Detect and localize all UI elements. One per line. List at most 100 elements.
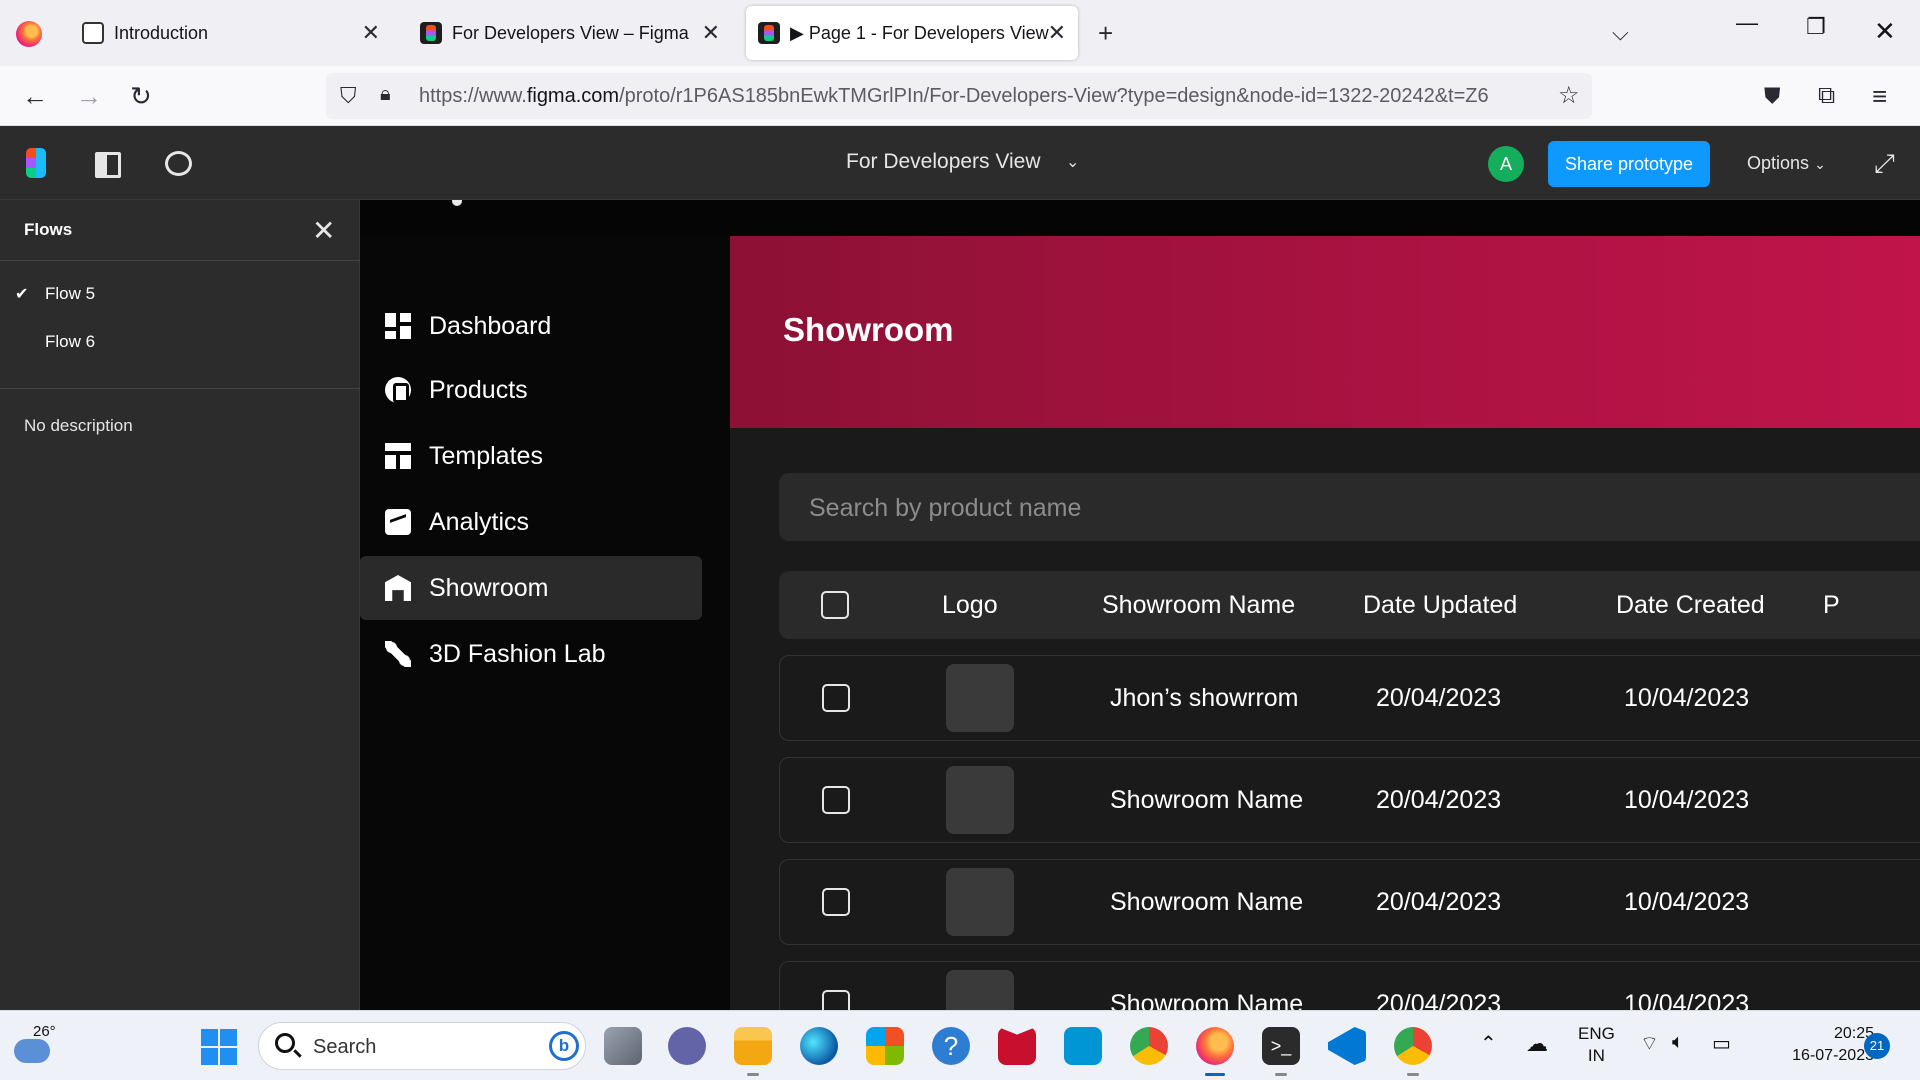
column-header-date-created[interactable]: Date Created <box>1616 591 1765 620</box>
reload-icon[interactable]: ↻ <box>130 82 152 110</box>
checkmark-icon: ✔ <box>15 286 29 303</box>
chevron-down-icon[interactable]: ⌄ <box>1066 152 1079 172</box>
url-bar[interactable]: ⛉ 🔒︎ https://www.figma.com/proto/r1P6AS1… <box>326 73 1592 119</box>
myhp-icon[interactable] <box>1064 1027 1102 1065</box>
sidebar-item-dashboard[interactable]: Dashboard <box>360 294 702 358</box>
input-language-indicator[interactable]: ENG IN <box>1578 1023 1615 1067</box>
products-icon <box>385 377 411 403</box>
list-tabs-chevron-icon[interactable]: ⌵ <box>1612 18 1629 48</box>
table-row[interactable]: Showroom Name 20/04/2023 10/04/2023 <box>779 859 1920 945</box>
row-checkbox[interactable] <box>822 786 850 814</box>
broadcast-icon <box>82 22 104 44</box>
flow-item-flow-5[interactable]: Flow 5 <box>45 284 95 304</box>
column-header-logo[interactable]: Logo <box>942 591 998 620</box>
column-header-showroom-name[interactable]: Showroom Name <box>1102 591 1295 620</box>
comment-icon[interactable] <box>165 151 192 176</box>
restore-icon[interactable]: ❐ <box>1806 14 1826 40</box>
sidebar-item-templates[interactable]: Templates <box>360 424 702 488</box>
mcafee-icon[interactable] <box>998 1027 1036 1065</box>
fullscreen-expand-icon[interactable]: ⤢ <box>1874 150 1895 176</box>
minimize-icon[interactable]: — <box>1736 10 1758 36</box>
search-input[interactable]: Search by product name <box>779 473 1920 541</box>
chrome-profile-icon[interactable] <box>1394 1027 1432 1076</box>
file-title[interactable]: For Developers View <box>846 150 1041 174</box>
onedrive-cloud-icon[interactable]: ☁ <box>1526 1031 1548 1057</box>
tab-figma-file[interactable]: For Developers View – Figma ✕ <box>406 6 736 60</box>
tab-introduction[interactable]: Introduction ✕ <box>66 6 396 60</box>
options-label: Options <box>1747 153 1810 173</box>
edge-browser-icon[interactable] <box>800 1027 838 1065</box>
file-explorer-icon[interactable] <box>734 1027 772 1076</box>
app-top-strip <box>360 200 1920 236</box>
divider <box>0 388 360 389</box>
terminal-icon[interactable]: >_ <box>1262 1027 1300 1076</box>
close-icon[interactable]: ✕ <box>312 214 335 247</box>
date-created-cell: 10/04/2023 <box>1624 990 1750 1010</box>
tab-prototype[interactable]: ▶ Page 1 - For Developers View ✕ <box>746 6 1078 60</box>
row-checkbox[interactable] <box>822 888 850 916</box>
row-checkbox[interactable] <box>822 990 850 1010</box>
sidebar-toggle-icon[interactable] <box>95 152 121 178</box>
taskbar-search-box[interactable]: Search b <box>258 1022 586 1070</box>
task-view-icon[interactable] <box>604 1027 642 1065</box>
close-tab-icon[interactable]: ✕ <box>1048 20 1066 46</box>
firefox-logo-icon[interactable] <box>16 21 42 47</box>
show-hidden-icons-chevron-icon[interactable]: ⌃ <box>1480 1031 1497 1056</box>
teams-chat-icon[interactable] <box>668 1027 706 1065</box>
sidebar-item-label: 3D Fashion Lab <box>429 639 606 668</box>
sidebar-item-3d-fashion-lab[interactable]: 3D Fashion Lab <box>360 622 702 686</box>
close-tab-icon[interactable]: ✕ <box>362 20 380 46</box>
vscode-icon[interactable] <box>1328 1027 1366 1065</box>
figma-logo-icon[interactable] <box>26 148 46 178</box>
search-placeholder: Search by product name <box>809 494 1082 522</box>
sidebar-item-label: Showroom <box>429 573 549 602</box>
fashion-lab-icon <box>385 641 411 667</box>
date-created-cell: 10/04/2023 <box>1624 684 1750 712</box>
url-text[interactable]: https://www.figma.com/proto/r1P6AS185bnE… <box>419 85 1539 108</box>
flow-item-flow-6[interactable]: Flow 6 <box>45 332 95 352</box>
extensions-icon[interactable]: ⧉ <box>1818 82 1835 110</box>
table-row[interactable]: Showroom Name 20/04/2023 10/04/2023 <box>779 961 1920 1010</box>
table-row[interactable]: Showroom Name 20/04/2023 10/04/2023 <box>779 757 1920 843</box>
avatar[interactable]: A <box>1488 146 1524 182</box>
close-window-icon[interactable]: ✕ <box>1874 16 1896 47</box>
sidebar-item-products[interactable]: Products <box>360 358 702 422</box>
options-menu-button[interactable]: Options ⌄ <box>1747 153 1826 174</box>
menu-hamburger-icon[interactable]: ≡ <box>1872 82 1887 110</box>
system-clock[interactable]: 20:25 16-07-2023 <box>1760 1023 1874 1067</box>
close-tab-icon[interactable]: ✕ <box>702 20 720 46</box>
flow-description: No description <box>24 416 133 435</box>
firefox-icon[interactable] <box>1196 1027 1234 1076</box>
chrome-icon[interactable] <box>1130 1027 1168 1065</box>
figma-favicon-icon <box>420 22 442 44</box>
wifi-icon[interactable]: ⌔ <box>1640 1031 1659 1056</box>
weather-cloudy-icon[interactable] <box>14 1029 50 1063</box>
tab-title: ▶ Page 1 - For Developers View <box>790 22 1049 43</box>
new-tab-icon[interactable]: + <box>1098 18 1113 48</box>
microsoft-store-icon[interactable] <box>866 1027 904 1065</box>
weather-temperature[interactable]: 26° <box>33 1023 56 1040</box>
column-header-truncated[interactable]: P <box>1823 591 1840 620</box>
row-checkbox[interactable] <box>822 684 850 712</box>
prototype-canvas: Dashboard Products Templates Analytics S… <box>360 200 1920 1010</box>
back-arrow-icon[interactable]: ← <box>22 82 48 110</box>
bing-icon[interactable]: b <box>549 1031 579 1061</box>
clock-date: 16-07-2023 <box>1792 1047 1874 1064</box>
pocket-icon[interactable]: ⛊ <box>1764 82 1781 110</box>
tracking-shield-icon[interactable]: ⛉ <box>340 83 357 109</box>
volume-icon[interactable]: 🔈︎ <box>1672 1031 1684 1054</box>
sidebar-item-analytics[interactable]: Analytics <box>360 490 702 554</box>
select-all-checkbox[interactable] <box>821 591 849 619</box>
sidebar-item-label: Templates <box>429 441 543 470</box>
column-header-date-updated[interactable]: Date Updated <box>1363 591 1517 620</box>
windows-start-icon[interactable] <box>201 1029 237 1065</box>
notification-count-badge[interactable]: 21 <box>1864 1033 1890 1059</box>
help-icon[interactable]: ? <box>932 1027 970 1065</box>
battery-icon[interactable]: ▭ <box>1712 1031 1731 1056</box>
lock-icon[interactable]: 🔒︎ <box>380 83 391 106</box>
sidebar-item-showroom[interactable]: Showroom <box>360 556 702 620</box>
forward-arrow-icon[interactable]: → <box>76 82 102 110</box>
table-row[interactable]: Jhon’s showrrom 20/04/2023 10/04/2023 <box>779 655 1920 741</box>
share-prototype-button[interactable]: Share prototype <box>1548 141 1710 187</box>
bookmark-star-icon[interactable]: ☆ <box>1558 81 1580 110</box>
